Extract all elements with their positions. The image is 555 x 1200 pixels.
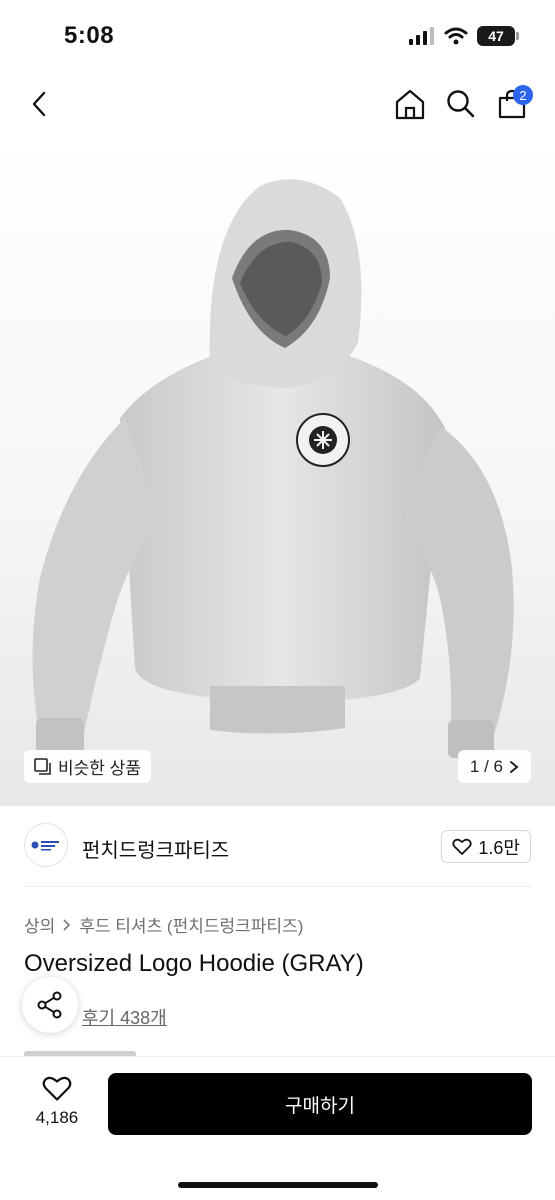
status-bar: 5:08 47 [0, 0, 555, 70]
buy-button[interactable]: 구매하기 [108, 1073, 532, 1135]
review-count-link[interactable]: 후기 438개 [82, 1004, 167, 1030]
brand-logo-icon [31, 841, 59, 851]
brand-row: 펀치드렁크파티즈 1.6만 [0, 806, 555, 888]
chevron-right-icon [510, 760, 519, 773]
heart-outline-icon [42, 1076, 72, 1101]
similar-products-button[interactable]: 비슷한 상품 [24, 750, 151, 783]
home-icon [395, 89, 425, 120]
battery-icon: 47 [477, 26, 519, 46]
home-button[interactable] [388, 82, 432, 126]
product-title: Oversized Logo Hoodie (GRAY) [24, 950, 364, 977]
wishlist-button[interactable]: 4,186 [24, 1075, 90, 1128]
breadcrumb-subcategory[interactable]: 후드 티셔츠 (펀치드렁크파티즈) [79, 912, 303, 937]
signal-icon [409, 27, 434, 45]
back-button[interactable] [18, 82, 62, 126]
heart-outline-icon [452, 838, 473, 855]
brand-name[interactable]: 펀치드렁크파티즈 [82, 834, 229, 863]
breadcrumb-category[interactable]: 상의 [24, 912, 55, 937]
cart-button[interactable]: 2 [490, 82, 534, 126]
share-button[interactable] [22, 977, 78, 1033]
top-navigation: 2 [0, 72, 555, 136]
chevron-left-icon [32, 91, 46, 117]
share-icon [37, 991, 62, 1019]
divider [24, 886, 531, 887]
status-time: 5:08 [64, 22, 115, 49]
chevron-right-icon [63, 918, 71, 931]
wishlist-count: 4,186 [35, 1108, 79, 1127]
brand-like-button[interactable]: 1.6만 [441, 830, 531, 863]
image-counter: 1 / 6 [469, 756, 503, 776]
home-indicator [178, 1182, 378, 1188]
hoodie-illustration [32, 179, 514, 758]
product-image[interactable]: 비슷한 상품 1 / 6 [0, 138, 555, 806]
copy-icon [34, 757, 51, 775]
breadcrumb: 상의 후드 티셔츠 (펀치드렁크파티즈) [24, 912, 303, 937]
wifi-icon [444, 27, 468, 45]
search-button[interactable] [439, 82, 483, 126]
search-icon [447, 90, 475, 118]
brand-logo[interactable] [24, 823, 68, 867]
bottom-purchase-bar: 4,186 구매하기 [0, 1056, 555, 1200]
image-counter-button[interactable]: 1 / 6 [457, 750, 531, 783]
status-icons: 47 [409, 26, 519, 46]
similar-products-label: 비슷한 상품 [58, 759, 141, 778]
cart-count-badge: 2 [513, 85, 533, 105]
brand-like-count: 1.6만 [478, 837, 520, 858]
